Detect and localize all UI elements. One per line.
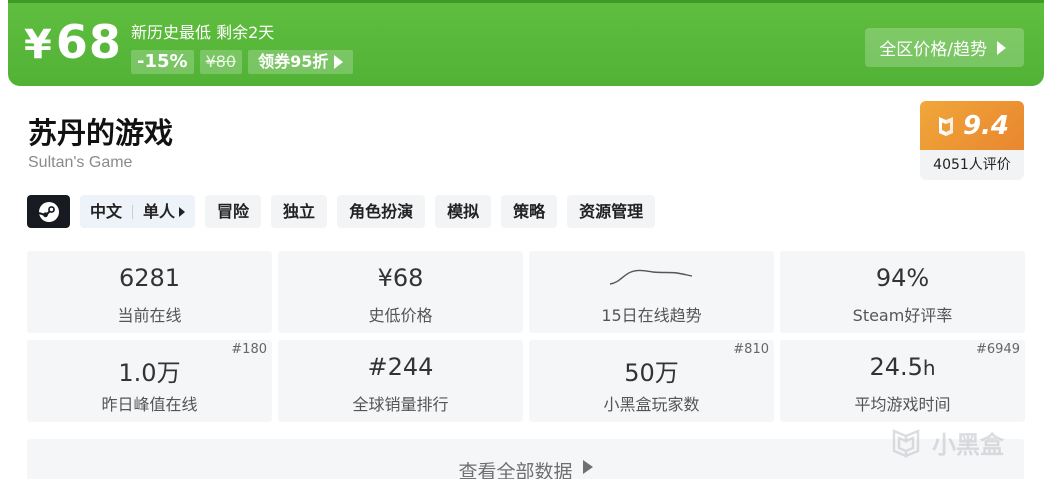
stat-yesterday-peak[interactable]: #180 1.0万 昨日峰值在线 [27, 340, 272, 422]
current-price: ¥ 68 [24, 15, 122, 69]
heybox-watermark-icon [892, 429, 920, 458]
game-title: 苏丹的游戏 [28, 116, 174, 150]
coupon-button[interactable]: 领券95折 [248, 50, 354, 74]
steam-platform-button[interactable] [27, 195, 70, 228]
tag-rpg[interactable]: 角色扮演 [337, 195, 426, 228]
language-mode-tag[interactable]: 中文 单人 [80, 195, 196, 228]
stat-label: 史低价格 [368, 306, 433, 325]
play-arrow-icon [582, 460, 593, 474]
price-amount: 68 [55, 15, 122, 69]
stat-online-trend[interactable]: 15日在线趋势 [529, 251, 774, 333]
language-label: 中文 [90, 202, 123, 221]
tag-resource-management[interactable]: 资源管理 [567, 195, 656, 228]
currency-symbol: ¥ [24, 22, 52, 68]
all-region-price-button[interactable]: 全区价格/趋势 [865, 28, 1024, 67]
stat-value: #244 [367, 353, 434, 381]
view-all-data-button[interactable]: 查看全部数据 [27, 439, 1024, 479]
stat-value: 6281 [118, 264, 181, 292]
stats-grid: 6281 当前在线 ¥68 史低价格 15日在线趋势 94% Steam好评率 … [27, 251, 1025, 422]
steam-icon [38, 201, 59, 222]
coupon-label: 领券95折 [258, 52, 329, 71]
game-subtitle: Sultan's Game [28, 154, 133, 171]
stat-value: ¥68 [377, 264, 424, 292]
stat-label: 昨日峰值在线 [101, 395, 198, 414]
stat-heybox-players[interactable]: #810 50万 小黑盒玩家数 [529, 340, 774, 422]
all-region-price-label: 全区价格/趋势 [879, 40, 987, 60]
play-arrow-icon [334, 55, 344, 69]
stat-value: 1.0万 [118, 359, 181, 387]
stat-current-online[interactable]: 6281 当前在线 [27, 251, 272, 333]
play-arrow-icon [997, 40, 1006, 55]
stat-value-wrap: 24.5h [780, 353, 1025, 381]
promo-title: 新历史最低 剩余2天 [131, 23, 275, 42]
stat-label: 当前在线 [117, 306, 182, 325]
score-header: 9.4 [920, 101, 1024, 150]
stat-lowest-price[interactable]: ¥68 史低价格 [278, 251, 523, 333]
stat-label: 平均游戏时间 [854, 395, 951, 414]
stat-value: 50万 [624, 359, 679, 387]
score-value: 9.4 [962, 110, 1010, 141]
discount-badge: -15% [131, 50, 194, 74]
play-arrow-icon [179, 206, 186, 217]
stat-label: 全球销量排行 [352, 395, 449, 414]
stat-value: 24.5 [869, 353, 923, 381]
watermark: 小黑盒 [888, 424, 1004, 460]
watermark-text: 小黑盒 [932, 430, 1004, 459]
stat-unit: h [922, 356, 936, 380]
stat-global-sales-rank[interactable]: #244 全球销量排行 [278, 340, 523, 422]
mode-label: 单人 [143, 202, 176, 221]
stat-steam-rating[interactable]: 94% Steam好评率 [780, 251, 1025, 333]
heybox-logo-icon [938, 116, 953, 136]
trend-sparkline [609, 269, 693, 285]
tag-simulation[interactable]: 模拟 [435, 195, 492, 228]
tag-adventure[interactable]: 冒险 [205, 195, 262, 228]
promo-row: -15% ¥80 领券95折 [131, 50, 354, 74]
stat-label: Steam好评率 [852, 306, 953, 325]
tag-strategy[interactable]: 策略 [501, 195, 558, 228]
tag-row: 中文 单人 冒险 独立 角色扮演 模拟 策略 资源管理 [27, 195, 656, 228]
stat-label: 15日在线趋势 [601, 306, 702, 325]
review-count: 4051人评价 [933, 157, 1011, 173]
stat-avg-playtime[interactable]: #6949 24.5h 平均游戏时间 [780, 340, 1025, 422]
stat-value: 94% [875, 264, 930, 292]
score-card[interactable]: 9.4 4051人评价 [920, 101, 1024, 180]
divider [132, 204, 134, 219]
price-banner: ¥ 68 新历史最低 剩余2天 -15% ¥80 领券95折 全区价格/趋势 [8, 0, 1044, 86]
original-price: ¥80 [199, 50, 243, 74]
stat-label: 小黑盒玩家数 [603, 395, 700, 414]
view-all-label: 查看全部数据 [458, 461, 573, 479]
tag-indie[interactable]: 独立 [271, 195, 328, 228]
